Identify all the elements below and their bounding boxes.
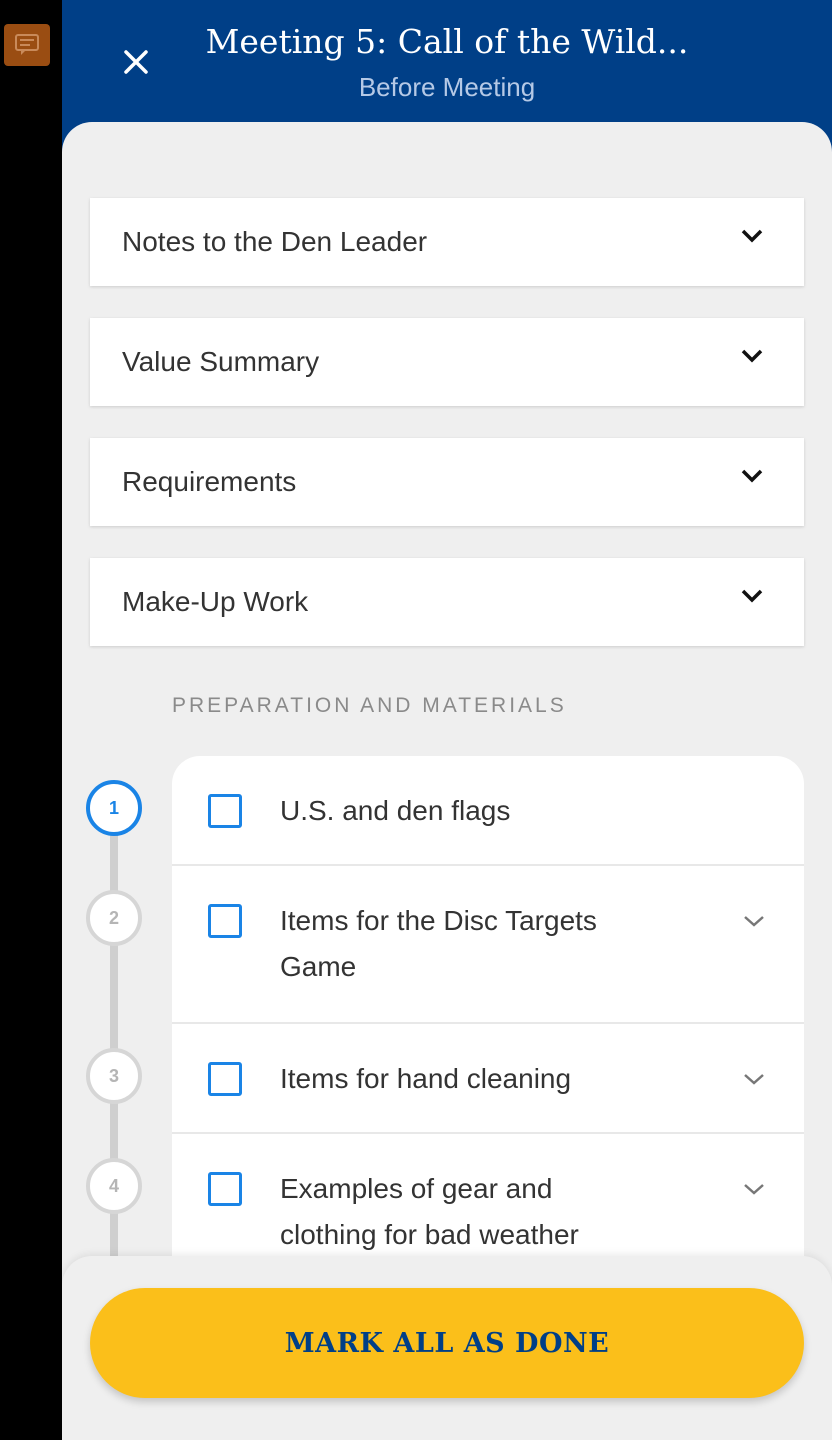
mark-all-done-button[interactable]: MARK ALL AS DONE — [90, 1288, 804, 1398]
step-indicator-4: 4 — [86, 1158, 142, 1214]
chevron-down-icon — [741, 469, 763, 483]
step-indicator-1: 1 — [86, 780, 142, 836]
accordion-notes-to-den-leader[interactable]: Notes to the Den Leader — [90, 198, 804, 286]
chevron-down-icon — [741, 229, 763, 243]
chevron-down-icon[interactable] — [742, 1072, 766, 1086]
footer-bar: MARK ALL AS DONE — [62, 1256, 832, 1440]
item-label: Items for hand cleaning — [280, 1063, 572, 1094]
feedback-button[interactable] — [4, 24, 50, 66]
accordion-label: Notes to the Den Leader — [122, 226, 428, 257]
item-label: Examples of gear and clothing for bad we… — [280, 1173, 579, 1250]
close-icon — [124, 50, 148, 74]
chevron-down-icon — [741, 349, 763, 363]
accordion-label: Requirements — [122, 466, 297, 497]
item-checkbox[interactable] — [208, 904, 242, 938]
chevron-down-icon[interactable] — [742, 914, 766, 928]
page-subtitle: Before Meeting — [358, 72, 536, 102]
accordion-value-summary[interactable]: Value Summary — [90, 318, 804, 406]
chevron-down-icon[interactable] — [742, 1182, 766, 1196]
accordion-requirements[interactable]: Requirements — [90, 438, 804, 526]
list-item[interactable]: U.S. and den flags — [172, 756, 804, 866]
header: Meeting 5: Call of the Wild... Before Me… — [62, 0, 832, 130]
list-item[interactable]: Items for the Disc Targets Game — [172, 866, 804, 1024]
list-item[interactable]: Items for hand cleaning — [172, 1024, 804, 1134]
content-sheet: Notes to the Den Leader Value Summary Re… — [62, 122, 832, 1440]
close-button[interactable] — [114, 40, 158, 84]
feedback-icon — [15, 34, 39, 55]
item-checkbox[interactable] — [208, 1172, 242, 1206]
item-label: Items for the Disc Targets Game — [280, 905, 597, 982]
section-heading: PREPARATION AND MATERIALS — [172, 694, 567, 717]
chevron-down-icon — [741, 589, 763, 603]
accordion-label: Value Summary — [122, 346, 320, 377]
item-label: U.S. and den flags — [280, 795, 511, 826]
accordion-make-up-work[interactable]: Make-Up Work — [90, 558, 804, 646]
item-checkbox[interactable] — [208, 1062, 242, 1096]
accordion-label: Make-Up Work — [122, 586, 309, 617]
left-strip — [0, 0, 62, 1440]
step-indicator-3: 3 — [86, 1048, 142, 1104]
item-checkbox[interactable] — [208, 794, 242, 828]
step-indicator-2: 2 — [86, 890, 142, 946]
app-panel: Meeting 5: Call of the Wild... Before Me… — [62, 0, 832, 1440]
mark-all-done-label: MARK ALL AS DONE — [284, 1327, 610, 1359]
page-title: Meeting 5: Call of the Wild... — [205, 22, 689, 61]
